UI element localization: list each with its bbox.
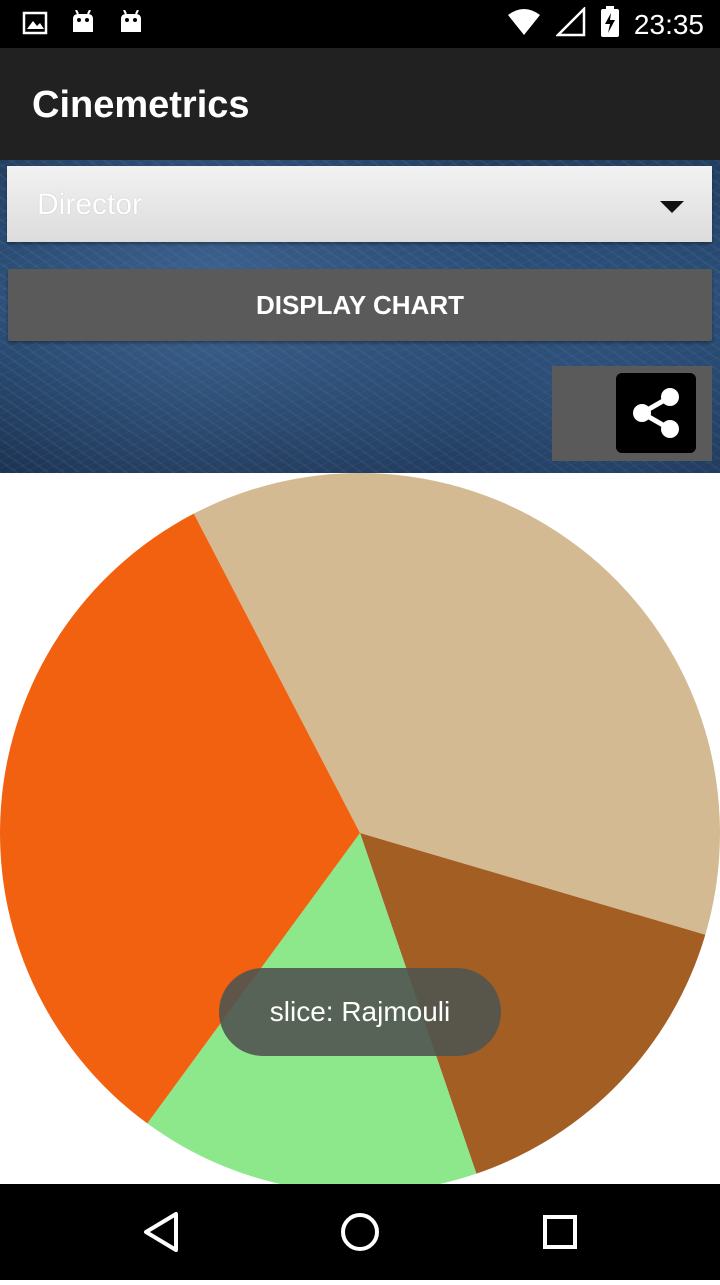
- android-icon: [118, 9, 144, 41]
- clock: 23:35: [633, 8, 704, 40]
- pie-chart[interactable]: [0, 473, 720, 1184]
- chart-area: [0, 473, 720, 1184]
- share-button[interactable]: [616, 373, 696, 453]
- back-icon[interactable]: [144, 1212, 178, 1252]
- navigation-bar: [0, 1184, 720, 1280]
- android-icon: [70, 9, 96, 41]
- signal-icon: [554, 5, 586, 42]
- app-title: Cinemetrics: [32, 84, 250, 126]
- status-bar: 23:35: [0, 0, 720, 48]
- share-icon: [633, 388, 679, 438]
- spinner-selected-value: Director: [37, 188, 143, 221]
- category-spinner[interactable]: Director: [7, 166, 712, 242]
- image-icon: [22, 10, 48, 41]
- toast-message: slice: Rajmouli: [219, 968, 501, 1056]
- battery-charging-icon: [600, 6, 620, 43]
- recents-icon[interactable]: [543, 1215, 577, 1249]
- home-icon[interactable]: [341, 1213, 379, 1251]
- app-bar: Cinemetrics: [0, 48, 720, 160]
- dropdown-arrow-icon: [660, 201, 684, 213]
- display-chart-button[interactable]: DISPLAY CHART: [8, 269, 712, 341]
- wifi-icon: [506, 7, 542, 42]
